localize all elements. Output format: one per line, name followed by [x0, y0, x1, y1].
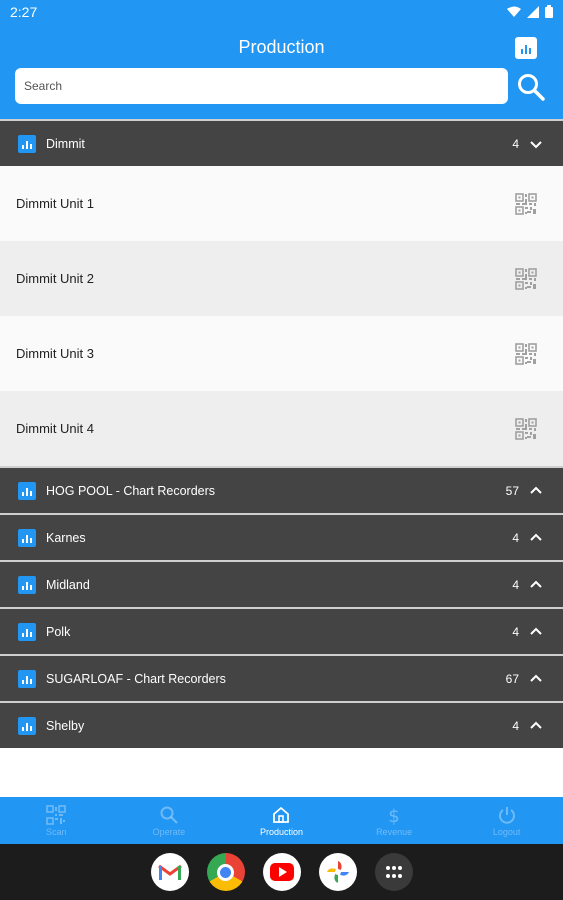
unit-name: Dimmit Unit 1 — [16, 196, 95, 211]
bottom-nav: Scan Operate Production $ Revenue Logout — [0, 797, 563, 844]
unit-name: Dimmit Unit 4 — [16, 421, 95, 436]
nav-label: Revenue — [376, 826, 413, 837]
chevron-up-icon[interactable] — [529, 484, 543, 498]
chart-icon — [18, 622, 36, 641]
android-taskbar — [0, 844, 563, 900]
group-count: 67 — [505, 671, 519, 686]
qr-code-icon — [46, 804, 67, 825]
nav-logout[interactable]: Logout — [450, 797, 563, 844]
search-icon — [160, 806, 178, 824]
status-time: 2:27 — [10, 3, 38, 20]
group-header-sugarloaf[interactable]: SUGARLOAF - Chart Recorders 67 — [0, 654, 563, 701]
chevron-up-icon[interactable] — [529, 625, 543, 639]
group-header-shelby[interactable]: Shelby 4 — [0, 701, 563, 748]
chart-icon — [18, 481, 36, 500]
chevron-up-icon[interactable] — [529, 672, 543, 686]
chevron-up-icon[interactable] — [529, 531, 543, 545]
nav-label: Scan — [46, 826, 67, 837]
group-count: 4 — [512, 718, 519, 733]
unit-name: Dimmit Unit 2 — [16, 271, 95, 286]
group-header-midland[interactable]: Midland 4 — [0, 560, 563, 607]
list-item[interactable]: Dimmit Unit 3 — [0, 316, 563, 391]
app-header: Production — [0, 23, 563, 119]
chevron-up-icon[interactable] — [529, 719, 543, 733]
group-header-dimmit[interactable]: Dimmit 4 — [0, 119, 563, 166]
group-name: Karnes — [46, 530, 86, 545]
search-icon[interactable] — [516, 72, 546, 102]
list-item[interactable]: Dimmit Unit 2 — [0, 241, 563, 316]
chevron-up-icon[interactable] — [529, 578, 543, 592]
search-input[interactable] — [15, 68, 508, 104]
group-count: 4 — [512, 577, 519, 592]
svg-text:$: $ — [388, 806, 399, 825]
group-name: Dimmit — [46, 136, 85, 151]
youtube-app-icon[interactable] — [262, 853, 301, 891]
nav-label: Production — [259, 826, 303, 837]
chart-icon — [18, 575, 36, 594]
production-list: Dimmit 4 Dimmit Unit 1 Dimmit Unit 2 Dim… — [0, 119, 563, 748]
chart-icon — [18, 669, 36, 688]
app-drawer-icon[interactable] — [374, 853, 413, 891]
group-header-karnes[interactable]: Karnes 4 — [0, 513, 563, 560]
group-name: SUGARLOAF - Chart Recorders — [46, 671, 226, 686]
group-header-polk[interactable]: Polk 4 — [0, 607, 563, 654]
group-header-hog-pool[interactable]: HOG POOL - Chart Recorders 57 — [0, 466, 563, 513]
group-count: 4 — [512, 530, 519, 545]
dollar-icon: $ — [388, 806, 399, 825]
nav-revenue[interactable]: $ Revenue — [338, 797, 451, 844]
list-item[interactable]: Dimmit Unit 1 — [0, 166, 563, 241]
group-name: HOG POOL - Chart Recorders — [46, 483, 216, 498]
power-icon — [498, 806, 515, 824]
group-count: 57 — [505, 483, 519, 498]
chrome-app-icon[interactable] — [206, 853, 245, 891]
status-bar: 2:27 — [0, 0, 563, 23]
qr-code-icon[interactable] — [515, 192, 537, 215]
chart-icon — [18, 134, 36, 153]
nav-operate[interactable]: Operate — [113, 797, 226, 844]
qr-code-icon[interactable] — [515, 417, 537, 440]
page-title: Production — [238, 37, 325, 57]
qr-code-icon[interactable] — [515, 342, 537, 365]
gmail-app-icon[interactable] — [150, 853, 189, 891]
qr-code-icon[interactable] — [515, 267, 537, 290]
chevron-down-icon[interactable] — [529, 137, 543, 151]
photos-app-icon[interactable] — [318, 853, 357, 891]
group-name: Shelby — [46, 718, 85, 733]
signal-icon — [527, 5, 539, 18]
unit-name: Dimmit Unit 3 — [16, 346, 95, 361]
home-icon — [273, 806, 290, 823]
nav-scan[interactable]: Scan — [0, 797, 113, 844]
battery-icon — [545, 5, 553, 18]
nav-label: Operate — [152, 826, 186, 837]
group-count: 4 — [512, 136, 519, 151]
chart-icon — [18, 528, 36, 547]
chart-icon[interactable] — [515, 37, 537, 59]
group-name: Polk — [46, 624, 71, 639]
group-name: Midland — [46, 577, 90, 592]
nav-production[interactable]: Production — [225, 797, 338, 844]
nav-label: Logout — [492, 826, 521, 837]
group-count: 4 — [512, 624, 519, 639]
wifi-icon — [507, 6, 521, 17]
chart-icon — [18, 716, 36, 735]
list-item[interactable]: Dimmit Unit 4 — [0, 391, 563, 466]
